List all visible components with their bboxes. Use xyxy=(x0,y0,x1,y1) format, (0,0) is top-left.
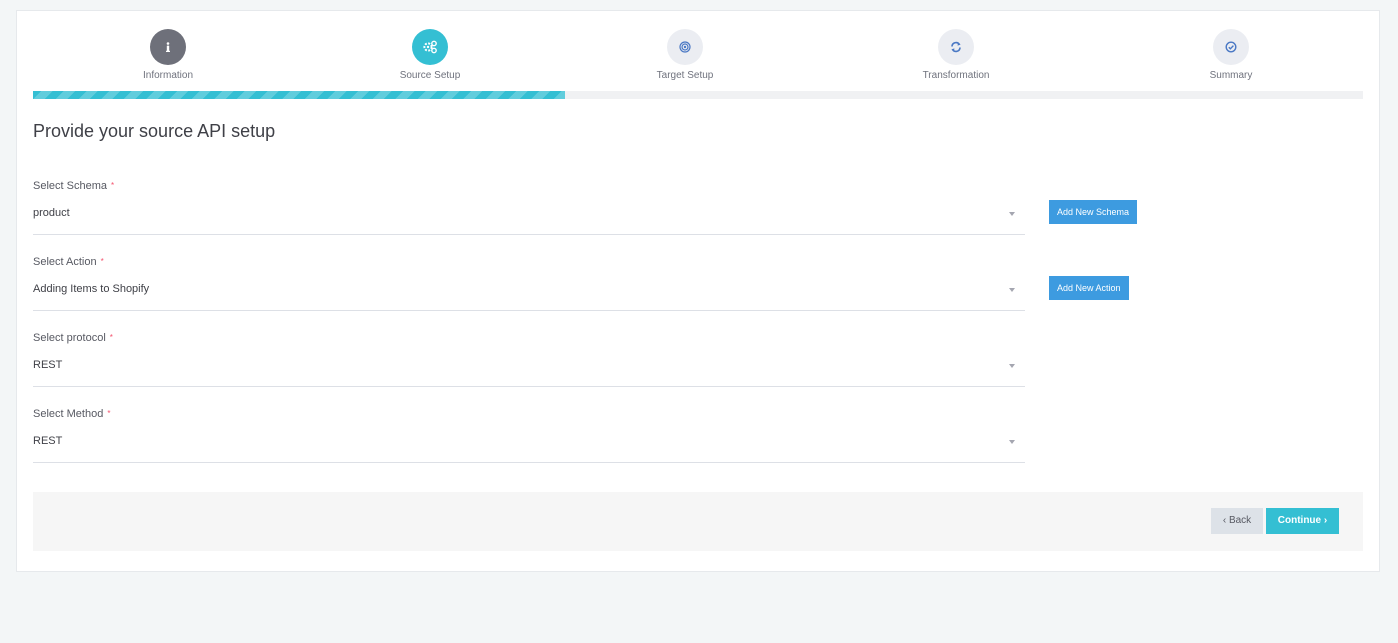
schema-field: Select Schema * product xyxy=(33,179,1025,235)
check-circle-icon xyxy=(1225,41,1237,53)
back-button[interactable]: ‹ Back xyxy=(1211,508,1263,534)
wizard-card: Information Source Setup Target Setup Tr… xyxy=(16,10,1380,572)
info-icon xyxy=(162,41,174,53)
wizard-progress-bar xyxy=(33,91,1363,99)
required-mark: * xyxy=(110,181,115,190)
schema-label: Select Schema * xyxy=(33,180,115,192)
step-circle xyxy=(667,29,703,65)
schema-select[interactable]: product xyxy=(33,205,1025,235)
action-field: Select Action * Adding Items to Shopify xyxy=(33,255,1025,311)
target-icon xyxy=(679,41,691,53)
form-actions: ‹ Back Continue › xyxy=(33,492,1363,551)
step-circle xyxy=(938,29,974,65)
step-circle xyxy=(412,29,448,65)
refresh-icon xyxy=(950,41,962,53)
step-label: Target Setup xyxy=(656,70,714,81)
step-label: Source Setup xyxy=(399,70,461,81)
action-value: Adding Items to Shopify xyxy=(33,283,150,295)
required-mark: * xyxy=(109,333,113,342)
action-label: Select Action * xyxy=(33,256,104,268)
schema-value: product xyxy=(33,207,70,219)
protocol-value: REST xyxy=(33,359,63,371)
method-value: REST xyxy=(33,435,63,447)
required-mark: * xyxy=(100,257,104,266)
continue-button[interactable]: Continue › xyxy=(1266,508,1339,534)
method-label: Select Method * xyxy=(33,408,111,420)
add-new-schema-button[interactable]: Add New Schema xyxy=(1049,200,1138,224)
wizard-progress-fill xyxy=(33,91,565,99)
step-source-setup[interactable]: Source Setup xyxy=(350,29,510,82)
chevron-right-icon: › xyxy=(1323,515,1328,526)
caret-down-icon xyxy=(1009,288,1015,292)
step-circle xyxy=(1213,29,1249,65)
step-label: Summary xyxy=(1209,70,1253,81)
wizard-steps: Information Source Setup Target Setup Tr… xyxy=(33,11,1363,91)
step-information[interactable]: Information xyxy=(88,29,248,82)
required-mark: * xyxy=(107,409,111,418)
caret-down-icon xyxy=(1009,212,1015,216)
chevron-left-icon: ‹ xyxy=(1222,515,1227,526)
step-label: Information xyxy=(142,70,194,81)
action-select[interactable]: Adding Items to Shopify xyxy=(33,281,1025,311)
step-label: Transformation xyxy=(922,70,990,81)
step-summary[interactable]: Summary xyxy=(1151,29,1311,82)
protocol-label: Select protocol * xyxy=(33,332,113,344)
step-transformation[interactable]: Transformation xyxy=(876,29,1036,82)
cogs-icon xyxy=(422,40,438,54)
step-target-setup[interactable]: Target Setup xyxy=(605,29,765,82)
add-new-action-button[interactable]: Add New Action xyxy=(1049,276,1129,300)
step-circle xyxy=(150,29,186,65)
protocol-field: Select protocol * REST xyxy=(33,331,1025,387)
page-title: Provide your source API setup xyxy=(33,121,276,141)
method-select[interactable]: REST xyxy=(33,433,1025,463)
protocol-select[interactable]: REST xyxy=(33,357,1025,387)
method-field: Select Method * REST xyxy=(33,407,1025,463)
caret-down-icon xyxy=(1009,364,1015,368)
caret-down-icon xyxy=(1009,440,1015,444)
